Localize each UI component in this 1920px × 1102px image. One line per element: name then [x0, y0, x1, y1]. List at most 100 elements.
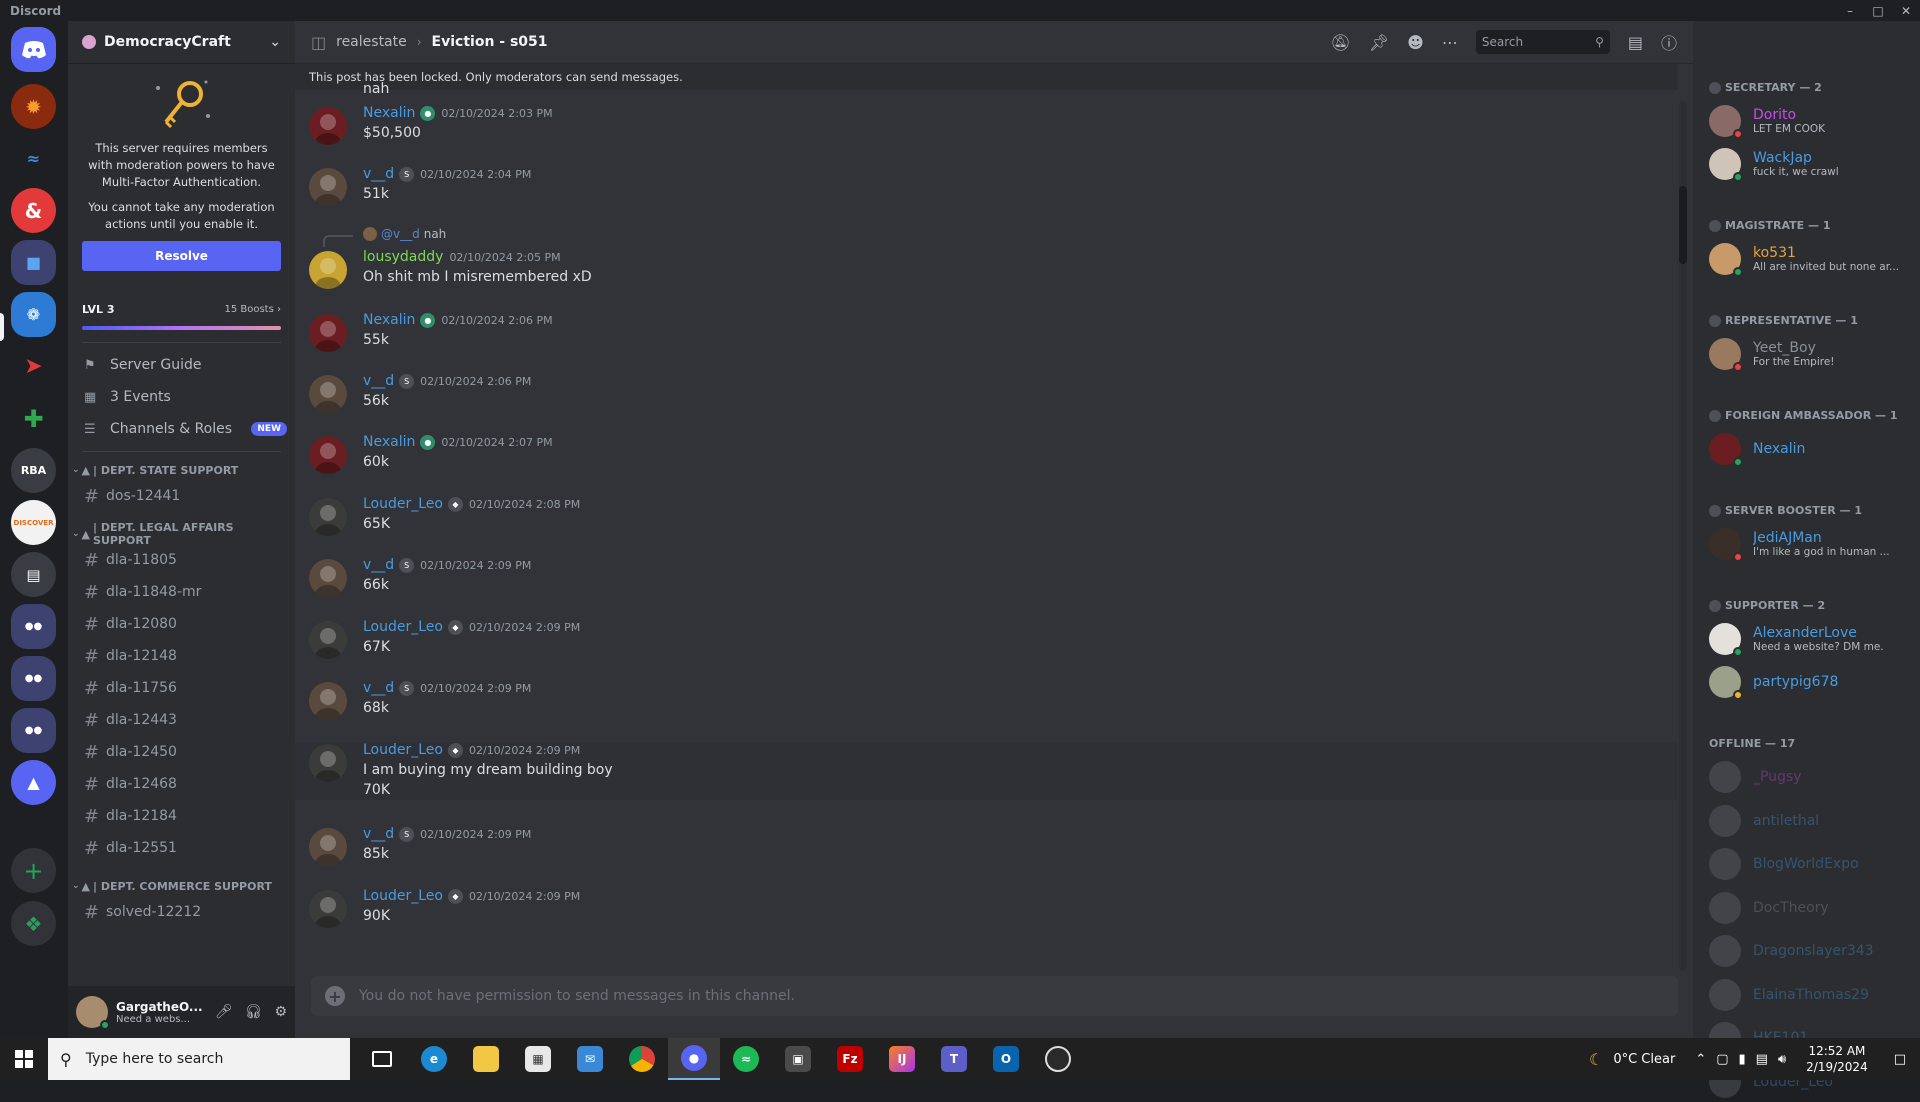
maximize-icon[interactable]: □: [1864, 0, 1892, 21]
more-icon[interactable]: ⋯: [1442, 33, 1458, 52]
windows-start-icon[interactable]: [0, 1050, 48, 1068]
edge-icon[interactable]: e: [408, 1038, 460, 1080]
message-author[interactable]: Nexalin: [363, 312, 415, 328]
reply-reference[interactable]: @v__d nah: [323, 227, 446, 247]
channel-category[interactable]: ⌄ ▲ | DEPT. COMMERCE SUPPORT: [68, 876, 295, 896]
channel-item[interactable]: # dos-12441: [68, 480, 295, 512]
avatar[interactable]: [309, 890, 347, 928]
nav-events[interactable]: ▦ 3 Events: [68, 381, 295, 413]
message-author[interactable]: v__d: [363, 557, 394, 573]
channel-item[interactable]: # dla-12184: [68, 800, 295, 832]
member-item[interactable]: DocTheory: [1709, 888, 1909, 928]
forum-breadcrumb[interactable]: realestate: [336, 34, 407, 50]
gear-icon[interactable]: ⚙: [274, 1004, 287, 1020]
microphone-icon[interactable]: 🎤︎: [215, 1004, 233, 1020]
server-icon-democracycraft[interactable]: ❁: [11, 292, 56, 337]
avatar[interactable]: [309, 314, 347, 352]
message-author[interactable]: v__d: [363, 680, 394, 696]
member-item[interactable]: _Pugsy: [1709, 757, 1909, 797]
headphones-icon[interactable]: 🎧︎: [245, 1004, 263, 1020]
avatar[interactable]: [309, 828, 347, 866]
message-author[interactable]: Nexalin: [363, 105, 415, 121]
avatar[interactable]: [309, 559, 347, 597]
channel-item[interactable]: # dla-12450: [68, 736, 295, 768]
store-icon[interactable]: ▦: [512, 1038, 564, 1080]
volume-icon[interactable]: 🔊︎: [1778, 1052, 1786, 1067]
server-icon-dnd[interactable]: &: [11, 188, 56, 233]
notifications-icon[interactable]: □: [1894, 1052, 1906, 1067]
scrollbar-thumb[interactable]: [1679, 186, 1687, 264]
avatar[interactable]: [309, 621, 347, 659]
avatar[interactable]: [76, 996, 110, 1030]
message-author[interactable]: Louder_Leo: [363, 619, 443, 635]
search-input[interactable]: Search ⚲: [1475, 30, 1610, 54]
minecraft-icon[interactable]: ▣: [772, 1038, 824, 1080]
channel-item[interactable]: # dla-12148: [68, 640, 295, 672]
resolve-button[interactable]: Resolve: [82, 241, 281, 271]
member-item[interactable]: Nexalin: [1709, 429, 1909, 469]
discover-servers-icon[interactable]: ❖: [11, 901, 56, 946]
avatar[interactable]: [309, 168, 347, 206]
message-author[interactable]: Nexalin: [363, 434, 415, 450]
chrome-icon[interactable]: [616, 1038, 668, 1080]
server-icon-red-bird[interactable]: ➤: [11, 344, 56, 389]
chevron-down-icon[interactable]: ⌄: [269, 34, 281, 50]
message-author[interactable]: Louder_Leo: [363, 888, 443, 904]
server-folder-icon-3[interactable]: ●●: [11, 656, 56, 701]
member-item[interactable]: AlexanderLove Need a website? DM me.: [1709, 619, 1909, 659]
message-author[interactable]: v__d: [363, 373, 394, 389]
filezilla-icon[interactable]: Fz: [824, 1038, 876, 1080]
server-icon-discover[interactable]: DISCOVER: [11, 500, 56, 545]
mail-icon[interactable]: ✉: [564, 1038, 616, 1080]
channel-category[interactable]: ⌄ ▲ | DEPT. LEGAL AFFAIRS SUPPORT: [68, 521, 295, 547]
discord-home-icon[interactable]: [11, 27, 56, 72]
server-icon-book[interactable]: ▤: [11, 552, 56, 597]
discord-taskbar-icon[interactable]: ●: [668, 1038, 720, 1080]
mute-bell-icon[interactable]: 🔕︎: [1331, 33, 1351, 52]
channel-item[interactable]: # dla-12080: [68, 608, 295, 640]
channel-category[interactable]: ⌄ ▲ | DEPT. STATE SUPPORT: [68, 460, 295, 480]
member-item[interactable]: antilethal: [1709, 801, 1909, 841]
avatar[interactable]: [309, 251, 347, 289]
pin-icon[interactable]: 📌︎: [1369, 33, 1389, 52]
server-icon-green-cross[interactable]: ✚: [11, 396, 56, 441]
system-clock[interactable]: 12:52 AM 2/19/2024: [1806, 1043, 1868, 1075]
inbox-icon[interactable]: ▤: [1628, 33, 1643, 52]
obs-icon[interactable]: [1032, 1038, 1084, 1080]
member-item[interactable]: JediAJMan I'm like a god in human ...: [1709, 524, 1909, 564]
channel-item[interactable]: # dla-12551: [68, 832, 295, 864]
minimize-icon[interactable]: –: [1836, 0, 1864, 21]
channel-item[interactable]: # dla-11848-mr: [68, 576, 295, 608]
member-item[interactable]: WackJap fuck it, we crawl: [1709, 144, 1909, 184]
member-item[interactable]: partypig678: [1709, 662, 1909, 702]
server-folder-icon-2[interactable]: ●●: [11, 604, 56, 649]
intellij-icon[interactable]: IJ: [876, 1038, 928, 1080]
server-header[interactable]: DemocracyCraft ⌄: [68, 21, 295, 64]
channel-item[interactable]: # solved-12212: [68, 896, 295, 928]
channel-item[interactable]: # dla-12468: [68, 768, 295, 800]
network-icon[interactable]: ▤: [1756, 1052, 1768, 1067]
help-icon[interactable]: ⓘ: [1661, 30, 1677, 54]
message-author[interactable]: Louder_Leo: [363, 742, 443, 758]
boost-level[interactable]: LVL 3 15 Boosts ›: [68, 271, 295, 316]
member-item[interactable]: ko531 All are invited but none ar...: [1709, 239, 1909, 279]
teams-icon[interactable]: T: [928, 1038, 980, 1080]
server-folder-icon-4[interactable]: ●●: [11, 708, 56, 753]
message-author[interactable]: lousydaddy: [363, 249, 443, 265]
message-author[interactable]: v__d: [363, 826, 394, 842]
avatar[interactable]: [309, 436, 347, 474]
user-info[interactable]: GargatheO... Need a webs...: [116, 1000, 215, 1025]
server-icon-wave[interactable]: ≈: [11, 136, 56, 181]
avatar[interactable]: [309, 744, 347, 782]
server-folder-icon[interactable]: ■: [11, 240, 56, 285]
nav-server-guide[interactable]: ⚑ Server Guide: [68, 349, 295, 381]
close-icon[interactable]: ✕: [1892, 0, 1920, 21]
battery-icon[interactable]: ▮: [1739, 1052, 1746, 1067]
avatar[interactable]: [309, 107, 347, 145]
file-explorer-icon[interactable]: [460, 1038, 512, 1080]
server-icon-graduation[interactable]: ▲: [11, 760, 56, 805]
channel-item[interactable]: # dla-11805: [68, 544, 295, 576]
member-item[interactable]: Dorito LET EM COOK: [1709, 101, 1909, 141]
spotify-icon[interactable]: ≈: [720, 1038, 772, 1080]
avatar[interactable]: [309, 498, 347, 536]
